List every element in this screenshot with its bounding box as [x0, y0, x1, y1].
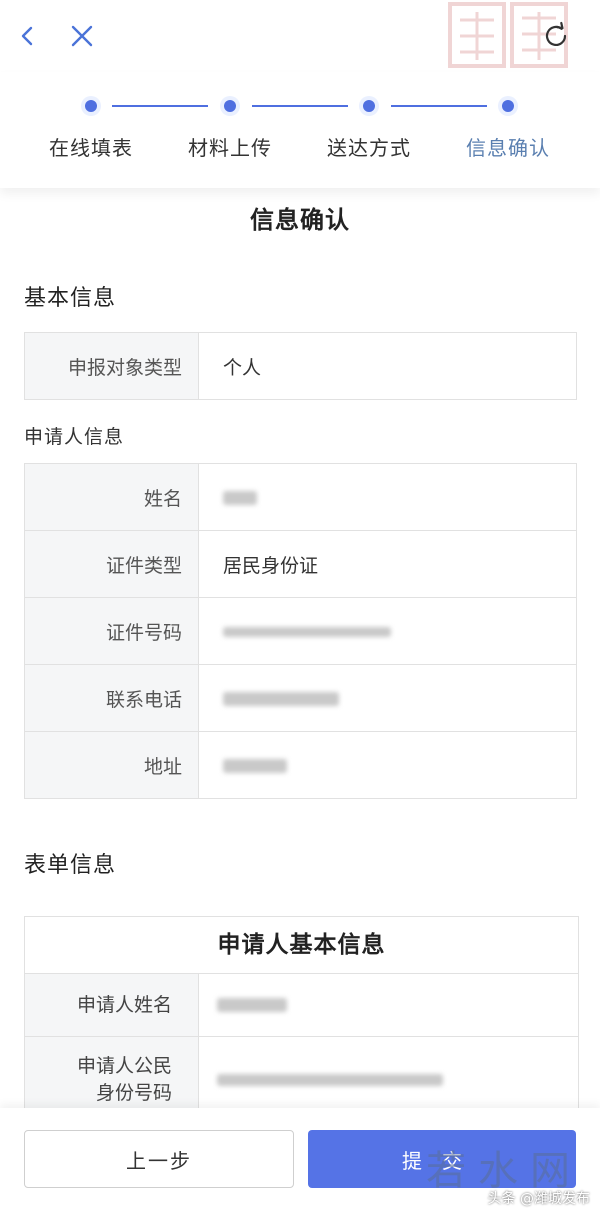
back-icon[interactable]: [10, 18, 46, 54]
row-key: 联系电话: [24, 664, 199, 732]
redacted-text: [217, 1074, 443, 1086]
row-key-multiline: 申请人公民 身份号码: [25, 1037, 199, 1108]
table-row: 证件号码: [24, 597, 577, 665]
step-progress: 在线填表 材料上传 送达方式 信息确认: [0, 72, 600, 188]
step-dot: [359, 96, 379, 116]
row-value-redacted: [199, 974, 578, 1036]
applicant-info-table: 姓名 证件类型 居民身份证 证件号码 联系电话 地址: [24, 463, 577, 799]
section-title-applicant: 申请人信息: [24, 426, 125, 448]
basic-info-table: 申报对象类型 个人: [24, 332, 577, 400]
top-bar: [0, 0, 600, 73]
step-dot: [220, 96, 240, 116]
section-title-basic: 基本信息: [24, 286, 117, 311]
redacted-text: [223, 758, 287, 773]
scroll-content[interactable]: 信息确认 基本信息 申报对象类型 个人 申请人信息 姓名 证件类型 居民身份证 …: [0, 188, 600, 1108]
step-dot: [498, 96, 518, 116]
form-row: 申请人姓名: [25, 974, 578, 1037]
step-connector: [391, 105, 487, 107]
table-row: 姓名: [24, 463, 577, 531]
row-value-redacted: [199, 1037, 578, 1108]
close-icon[interactable]: [64, 18, 100, 54]
step-label: 在线填表: [49, 136, 133, 160]
watermark-credit: 头条 @潍城发布: [487, 1191, 590, 1207]
redacted-text: [223, 626, 391, 637]
row-key: 姓名: [24, 463, 199, 531]
row-value-redacted: [198, 597, 577, 665]
step-dot: [81, 96, 101, 116]
row-key-line: 身份号码: [95, 1082, 172, 1104]
step-label: 送达方式: [327, 136, 411, 160]
step-connector: [252, 105, 348, 107]
row-value: 居民身份证: [198, 530, 577, 598]
row-key: 证件号码: [24, 597, 199, 665]
row-value: 个人: [198, 332, 577, 400]
section-title-form: 表单信息: [24, 853, 117, 878]
page-title: 信息确认: [250, 206, 350, 234]
table-row: 联系电话: [24, 664, 577, 732]
step-label: 材料上传: [188, 136, 272, 160]
bottom-action-bar: 上一步 提交 若水网 头条 @潍城发布: [0, 1108, 600, 1213]
redacted-text: [223, 691, 339, 706]
row-value-redacted: [198, 463, 577, 531]
row-value-redacted: [198, 664, 577, 732]
step-label: 信息确认: [466, 136, 550, 160]
row-key: 证件类型: [24, 530, 199, 598]
form-info-block: 申请人基本信息 申请人姓名 申请人公民 身份号码: [24, 916, 579, 1108]
table-row: 地址: [24, 731, 577, 799]
row-key: 申请人姓名: [25, 974, 199, 1036]
row-key: 申报对象类型: [24, 332, 199, 400]
step-connector: [112, 105, 208, 107]
refresh-icon[interactable]: [538, 18, 574, 54]
form-block-title: 申请人基本信息: [25, 917, 578, 974]
prev-step-button[interactable]: 上一步: [24, 1130, 294, 1188]
table-row: 证件类型 居民身份证: [24, 530, 577, 598]
row-key-line: 申请人公民: [76, 1055, 172, 1077]
row-value-redacted: [198, 731, 577, 799]
row-key: 地址: [24, 731, 199, 799]
form-row: 申请人公民 身份号码: [25, 1037, 578, 1108]
redacted-text: [217, 998, 287, 1012]
table-row: 申报对象类型 个人: [24, 332, 577, 400]
redacted-text: [223, 490, 257, 505]
